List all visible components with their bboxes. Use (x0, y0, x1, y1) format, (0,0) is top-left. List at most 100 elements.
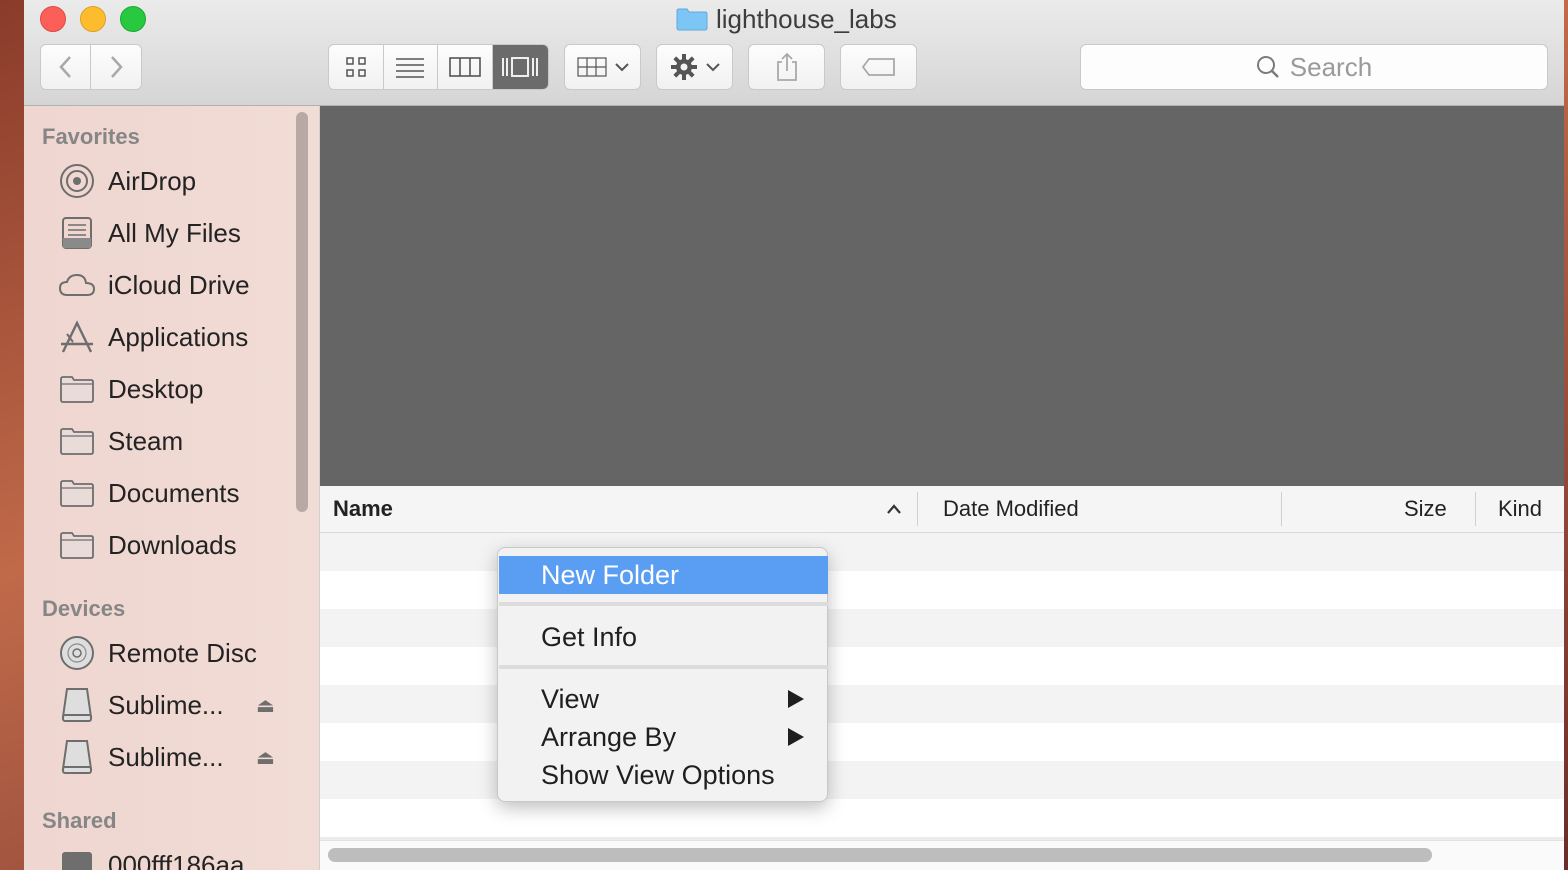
sidebar-item-sublime-1[interactable]: Sublime... (58, 685, 224, 725)
list-view-button[interactable] (383, 45, 438, 89)
sidebar-scrollbar[interactable] (296, 112, 308, 512)
folder-icon (58, 423, 96, 459)
sidebar-item-label: 000fff186aa (108, 849, 245, 870)
sidebar-item-desktop[interactable]: Desktop (58, 369, 203, 409)
menu-item-label: Get Info (541, 621, 638, 652)
close-window-button[interactable] (40, 6, 66, 32)
list-header: Name Date Modified Size Kind (320, 486, 1564, 533)
menu-item-get-info[interactable]: Get Info (499, 618, 828, 656)
sidebar: Favorites AirDrop All My Files iCloud Dr… (24, 106, 320, 870)
columns-icon (448, 57, 481, 77)
context-menu: New Folder Get Info View Arrange By Show… (497, 547, 828, 802)
list-lines-icon (396, 58, 425, 78)
cover-flow-icon (502, 57, 539, 77)
all-files-icon (58, 215, 96, 251)
back-button[interactable] (41, 45, 92, 89)
column-divider[interactable] (917, 492, 918, 526)
chevron-left-icon (58, 56, 71, 78)
sidebar-section-favorites: Favorites (42, 124, 140, 149)
cover-flow-view-button[interactable] (492, 45, 548, 89)
sidebar-item-downloads[interactable]: Downloads (58, 525, 237, 565)
column-header-name[interactable]: Name (333, 486, 393, 532)
arrange-grid-icon (576, 57, 607, 77)
menu-item-arrange-by[interactable]: Arrange By (499, 718, 828, 756)
horizontal-scrollbar-track (320, 840, 1564, 870)
sidebar-item-label: iCloud Drive (108, 269, 250, 300)
sidebar-item-label: Applications (108, 321, 249, 352)
cloud-icon (58, 267, 96, 303)
sidebar-item-icloud-drive[interactable]: iCloud Drive (58, 265, 250, 305)
submenu-arrow-icon (788, 728, 804, 746)
sidebar-item-airdrop[interactable]: AirDrop (58, 161, 196, 201)
toolbar: lighthouse_labs Search (24, 0, 1564, 106)
minimize-window-button[interactable] (80, 6, 106, 32)
share-icon (776, 52, 797, 81)
sidebar-item-label: Remote Disc (108, 637, 257, 668)
sidebar-item-label: Sublime... (108, 741, 224, 772)
chevron-down-icon (614, 63, 629, 72)
search-placeholder: Search (1289, 51, 1373, 82)
drive-icon (58, 739, 96, 775)
window-title: lighthouse_labs (676, 2, 897, 36)
view-mode-control (328, 44, 549, 90)
navigation-buttons (40, 44, 142, 90)
eject-icon[interactable]: ⏏ (256, 745, 275, 770)
sidebar-item-documents[interactable]: Documents (58, 473, 240, 513)
sidebar-item-applications[interactable]: Applications (58, 317, 248, 357)
menu-item-label: View (541, 683, 600, 714)
sidebar-item-label: Downloads (108, 529, 237, 560)
eject-icon[interactable]: ⏏ (256, 693, 275, 718)
forward-button[interactable] (91, 45, 141, 89)
sidebar-item-all-my-files[interactable]: All My Files (58, 213, 241, 253)
menu-item-label: New Folder (541, 559, 680, 590)
folder-icon (58, 371, 96, 407)
action-button[interactable] (656, 44, 733, 90)
sidebar-item-steam[interactable]: Steam (58, 421, 183, 461)
sidebar-section-shared: Shared (42, 808, 117, 833)
sidebar-item-label: Steam (108, 425, 184, 456)
sidebar-item-label: Sublime... (108, 689, 224, 720)
list-row (320, 799, 1564, 837)
folder-icon (676, 8, 708, 31)
menu-separator (499, 602, 828, 606)
search-field[interactable]: Search (1080, 44, 1548, 90)
menu-item-label: Arrange By (541, 721, 677, 752)
sidebar-item-label: Desktop (108, 373, 204, 404)
column-view-button[interactable] (438, 45, 493, 89)
folder-icon (58, 527, 96, 563)
column-header-date-modified[interactable]: Date Modified (943, 486, 1079, 532)
sidebar-item-remote-disc[interactable]: Remote Disc (58, 633, 257, 673)
airdrop-icon (58, 163, 96, 199)
folder-icon (58, 475, 96, 511)
arrange-button[interactable] (564, 44, 641, 90)
share-button[interactable] (748, 44, 825, 90)
menu-item-label: Show View Options (541, 759, 775, 790)
computer-icon (58, 847, 96, 870)
finder-window: lighthouse_labs Search Favorites AirDrop… (24, 0, 1564, 870)
menu-item-view[interactable]: View (499, 680, 828, 718)
menu-item-new-folder[interactable]: New Folder (499, 556, 828, 594)
column-divider[interactable] (1475, 492, 1476, 526)
gear-icon (670, 54, 697, 80)
sidebar-item-shared-computer[interactable]: 000fff186aa (58, 845, 244, 870)
sort-ascending-icon[interactable] (886, 486, 902, 532)
sidebar-section-devices: Devices (42, 596, 126, 621)
menu-separator (499, 665, 828, 669)
chevron-down-icon (705, 63, 720, 72)
disc-icon (58, 635, 96, 671)
window-title-text: lighthouse_labs (716, 3, 897, 34)
applications-icon (58, 319, 96, 355)
horizontal-scrollbar[interactable] (328, 848, 1432, 862)
sidebar-item-label: AirDrop (108, 165, 197, 196)
sidebar-item-sublime-2[interactable]: Sublime... (58, 737, 224, 777)
tag-icon (861, 58, 895, 76)
column-header-size[interactable]: Size (1404, 486, 1447, 532)
tags-button[interactable] (840, 44, 917, 90)
column-header-kind[interactable]: Kind (1498, 486, 1542, 532)
chevron-right-icon (111, 56, 123, 78)
icon-grid-icon (346, 57, 366, 77)
column-divider[interactable] (1281, 492, 1282, 526)
zoom-window-button[interactable] (120, 6, 146, 32)
menu-item-show-view-options[interactable]: Show View Options (499, 756, 828, 794)
icon-view-button[interactable] (329, 45, 384, 89)
